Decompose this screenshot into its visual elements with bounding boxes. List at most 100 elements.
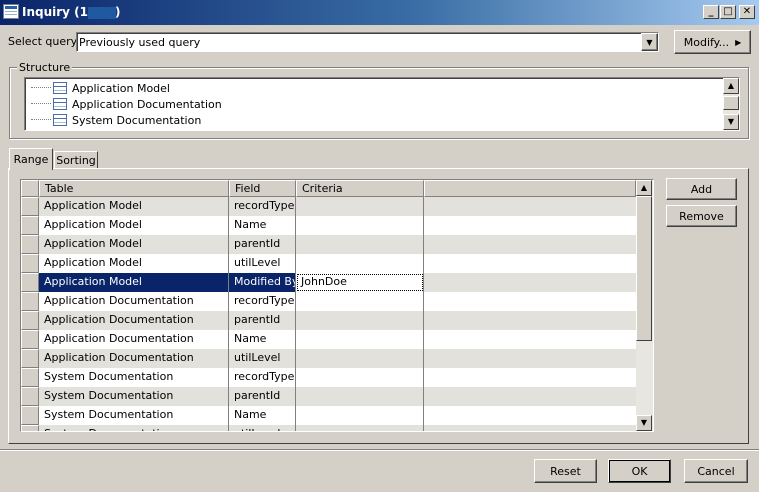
- row-selector[interactable]: [21, 368, 39, 387]
- scroll-down-icon[interactable]: ▼: [636, 415, 652, 431]
- header-table[interactable]: Table: [39, 180, 229, 197]
- close-button[interactable]: ✕: [739, 5, 755, 19]
- table-row[interactable]: Application Documentation parentId: [21, 311, 636, 330]
- cell-field[interactable]: utilLevel: [229, 254, 296, 273]
- reset-button[interactable]: Reset: [534, 459, 597, 483]
- cell-criteria[interactable]: [296, 254, 424, 273]
- cell-field[interactable]: utilLevel: [229, 349, 296, 368]
- grid-scrollbar[interactable]: ▲ ▼: [636, 180, 653, 431]
- cancel-button[interactable]: Cancel: [684, 459, 748, 483]
- scroll-up-icon[interactable]: ▲: [636, 180, 652, 196]
- table-row[interactable]: Application Model Name: [21, 216, 636, 235]
- cell-table[interactable]: Application Documentation: [39, 292, 229, 311]
- range-grid[interactable]: Table Field Criteria Application Model re…: [20, 179, 654, 432]
- cell-criteria[interactable]: [296, 216, 424, 235]
- cell-criteria[interactable]: [296, 368, 424, 387]
- modify-button[interactable]: Modify... ▶: [674, 30, 751, 54]
- cell-field[interactable]: Name: [229, 330, 296, 349]
- cell-criteria[interactable]: JohnDoe: [296, 273, 424, 292]
- cell-field[interactable]: Name: [229, 216, 296, 235]
- row-selector[interactable]: [21, 387, 39, 406]
- tree-items: Application Model Application Documentat…: [31, 80, 222, 128]
- scroll-thumb[interactable]: [636, 196, 652, 341]
- cell-field[interactable]: recordType: [229, 368, 296, 387]
- row-selector[interactable]: [21, 254, 39, 273]
- table-row[interactable]: System Documentation Name: [21, 406, 636, 425]
- table-row[interactable]: Application Model Modified By JohnDoe: [21, 273, 636, 292]
- cell-table[interactable]: System Documentation: [39, 387, 229, 406]
- cell-table[interactable]: System Documentation: [39, 406, 229, 425]
- cell-field[interactable]: Name: [229, 406, 296, 425]
- table-row[interactable]: Application Documentation Name: [21, 330, 636, 349]
- scroll-thumb[interactable]: [723, 96, 739, 110]
- cell-criteria[interactable]: [296, 197, 424, 216]
- cell-table[interactable]: Application Model: [39, 216, 229, 235]
- table-row[interactable]: System Documentation parentId: [21, 387, 636, 406]
- select-query-dropdown[interactable]: Previously used query ▼: [76, 32, 659, 52]
- cell-criteria[interactable]: [296, 387, 424, 406]
- cell-table[interactable]: Application Model: [39, 273, 229, 292]
- row-selector[interactable]: [21, 197, 39, 216]
- table-row[interactable]: Application Documentation utilLevel: [21, 349, 636, 368]
- table-row[interactable]: System Documentation recordType: [21, 368, 636, 387]
- remove-button[interactable]: Remove: [666, 205, 737, 227]
- header-blank: [424, 180, 636, 197]
- cell-field[interactable]: parentId: [229, 235, 296, 254]
- cell-criteria[interactable]: [296, 349, 424, 368]
- add-button[interactable]: Add: [666, 178, 737, 200]
- header-criteria[interactable]: Criteria: [296, 180, 424, 197]
- cell-table[interactable]: Application Model: [39, 235, 229, 254]
- cell-table[interactable]: Application Documentation: [39, 349, 229, 368]
- cell-table[interactable]: Application Documentation: [39, 311, 229, 330]
- cell-field[interactable]: Modified By: [229, 273, 296, 292]
- scroll-down-icon[interactable]: ▼: [723, 114, 739, 130]
- tree-item[interactable]: Application Model: [31, 80, 222, 96]
- ok-button[interactable]: OK: [608, 459, 671, 483]
- cell-field[interactable]: recordType: [229, 292, 296, 311]
- tree-item[interactable]: System Documentation: [31, 112, 222, 128]
- cell-field[interactable]: parentId: [229, 387, 296, 406]
- row-selector[interactable]: [21, 292, 39, 311]
- cell-criteria[interactable]: [296, 292, 424, 311]
- cell-criteria[interactable]: [296, 406, 424, 425]
- row-selector[interactable]: [21, 349, 39, 368]
- tree-item[interactable]: Application Documentation: [31, 96, 222, 112]
- cell-table[interactable]: Application Model: [39, 197, 229, 216]
- table-row[interactable]: Application Model recordType: [21, 197, 636, 216]
- cell-field[interactable]: utilLevel: [229, 425, 296, 431]
- row-selector[interactable]: [21, 273, 39, 292]
- row-selector[interactable]: [21, 406, 39, 425]
- dropdown-arrow-button[interactable]: ▼: [641, 33, 658, 51]
- table-row[interactable]: Application Model parentId: [21, 235, 636, 254]
- scroll-up-icon[interactable]: ▲: [723, 78, 739, 94]
- cell-table[interactable]: System Documentation: [39, 425, 229, 431]
- header-field[interactable]: Field: [229, 180, 296, 197]
- tab-range[interactable]: Range: [9, 148, 53, 170]
- structure-tree[interactable]: Application Model Application Documentat…: [24, 77, 740, 131]
- cell-criteria[interactable]: [296, 311, 424, 330]
- structure-scrollbar[interactable]: ▲ ▼: [723, 78, 739, 130]
- tree-connector: [31, 80, 51, 88]
- maximize-button[interactable]: □: [720, 5, 736, 19]
- row-selector[interactable]: [21, 235, 39, 254]
- table-row[interactable]: System DocumentationutilLevel: [21, 425, 636, 431]
- cell-field[interactable]: recordType: [229, 197, 296, 216]
- row-selector[interactable]: [21, 311, 39, 330]
- tab-sorting[interactable]: Sorting: [54, 151, 98, 169]
- cell-criteria[interactable]: [296, 330, 424, 349]
- table-row[interactable]: Application Model utilLevel: [21, 254, 636, 273]
- cell-criteria[interactable]: [296, 425, 424, 431]
- cell-field[interactable]: parentId: [229, 311, 296, 330]
- row-selector[interactable]: [21, 216, 39, 235]
- row-selector[interactable]: [21, 425, 39, 431]
- tree-connector: [31, 96, 51, 104]
- minimize-button[interactable]: _: [703, 5, 719, 19]
- tree-item-label: Application Documentation: [72, 97, 222, 111]
- row-selector[interactable]: [21, 330, 39, 349]
- cell-table[interactable]: Application Model: [39, 254, 229, 273]
- cell-criteria[interactable]: [296, 235, 424, 254]
- select-query-value: Previously used query: [79, 36, 201, 49]
- cell-table[interactable]: System Documentation: [39, 368, 229, 387]
- cell-table[interactable]: Application Documentation: [39, 330, 229, 349]
- table-row[interactable]: Application Documentation recordType: [21, 292, 636, 311]
